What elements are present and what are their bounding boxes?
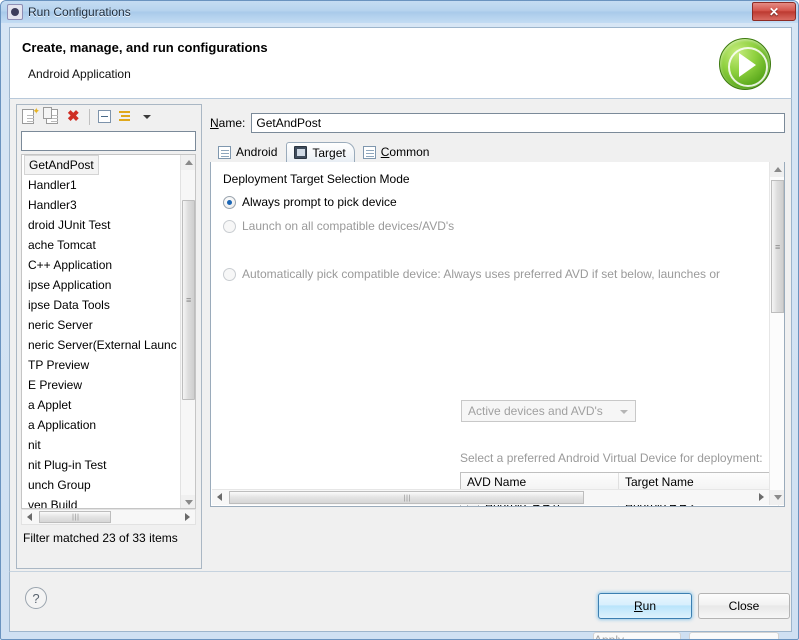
list-item[interactable]: a Application xyxy=(22,415,182,435)
collapse-all-icon[interactable] xyxy=(95,107,115,127)
apply-button[interactable]: Apply xyxy=(593,632,681,639)
view-menu-chevron-icon[interactable] xyxy=(139,107,159,127)
vscroll-thumb[interactable] xyxy=(182,200,195,400)
scroll-down-arrow-icon[interactable] xyxy=(181,495,195,508)
device-scope-combo[interactable]: Active devices and AVD's xyxy=(461,400,636,422)
target-tab-icon xyxy=(293,145,308,160)
target-pane-hscrollbar[interactable] xyxy=(212,489,769,505)
pane-scroll-down-arrow-icon[interactable] xyxy=(770,490,784,505)
filter-status-text: Filter matched 23 of 33 items xyxy=(23,531,178,545)
revert-button[interactable]: Revert xyxy=(689,632,779,639)
new-configuration-icon[interactable]: ✦ xyxy=(20,107,40,127)
radio-launch-all[interactable]: Launch on all compatible devices/AVD's xyxy=(223,219,454,233)
chevron-down-icon xyxy=(620,410,628,414)
page-title: Create, manage, and run configurations xyxy=(22,40,268,55)
radio-launch-all-icon[interactable] xyxy=(223,220,236,233)
list-item[interactable]: GetAndPost xyxy=(22,155,182,175)
list-item[interactable]: ipse Data Tools xyxy=(22,295,182,315)
preferred-avd-label: Select a preferred Android Virtual Devic… xyxy=(460,451,763,465)
configurations-list-hscrollbar[interactable] xyxy=(21,509,196,525)
run-button[interactable]: Run xyxy=(598,593,692,619)
run-configurations-window: Run Configurations ✕ Create, manage, and… xyxy=(0,0,799,640)
tab-target[interactable]: Target xyxy=(286,142,355,163)
pane-hscroll-thumb[interactable] xyxy=(229,491,584,504)
list-item[interactable]: Handler3 xyxy=(22,195,182,215)
list-item[interactable]: nit xyxy=(22,435,182,455)
tab-android-label: Android xyxy=(236,145,278,159)
configurations-panel: ✦ ✖ GetAndPost Handler1 Handler3 droid J… xyxy=(16,104,202,569)
list-item[interactable]: C++ Application xyxy=(22,255,182,275)
tab-common-label: Common xyxy=(380,145,430,159)
configuration-editor: Name: Android Target Common Deploym xyxy=(208,104,787,569)
pane-scroll-left-arrow-icon[interactable] xyxy=(212,490,227,504)
duplicate-configuration-icon[interactable] xyxy=(42,107,62,127)
name-row: Name: xyxy=(210,112,785,134)
pane-vscroll-thumb[interactable] xyxy=(771,180,784,313)
tab-common[interactable]: Common xyxy=(355,141,439,162)
tab-target-label: Target xyxy=(312,145,346,160)
list-item[interactable]: a Applet xyxy=(22,395,182,415)
scroll-left-arrow-icon[interactable] xyxy=(22,510,37,524)
radio-always-prompt-icon[interactable] xyxy=(223,196,236,209)
toolbar-separator xyxy=(89,109,90,125)
common-tab-icon xyxy=(362,145,377,160)
name-label: Name: xyxy=(210,116,246,130)
eclipse-run-icon xyxy=(7,4,23,20)
window-close-button[interactable]: ✕ xyxy=(752,2,796,21)
dialog-body: ✦ ✖ GetAndPost Handler1 Handler3 droid J… xyxy=(9,99,792,639)
radio-always-prompt[interactable]: Always prompt to pick device xyxy=(223,195,397,209)
configurations-toolbar: ✦ ✖ xyxy=(17,105,201,129)
pane-scroll-right-arrow-icon[interactable] xyxy=(754,490,769,504)
list-item[interactable]: E Preview xyxy=(22,375,182,395)
list-item[interactable]: ache Tomcat xyxy=(22,235,182,255)
deployment-mode-title: Deployment Target Selection Mode xyxy=(223,172,410,186)
tab-android[interactable]: Android xyxy=(210,141,286,162)
editor-tabstrip: Android Target Common xyxy=(210,141,785,163)
run-green-play-icon xyxy=(719,38,771,90)
name-input[interactable] xyxy=(251,113,785,133)
delete-configuration-icon[interactable]: ✖ xyxy=(64,107,84,127)
device-scope-combo-value: Active devices and AVD's xyxy=(468,404,603,418)
target-tab-pane: Deployment Target Selection Mode Always … xyxy=(210,162,785,507)
list-item[interactable]: nit Plug-in Test xyxy=(22,455,182,475)
list-item[interactable]: droid JUnit Test xyxy=(22,215,182,235)
configurations-list-vscrollbar[interactable] xyxy=(180,155,195,508)
hscroll-thumb[interactable] xyxy=(39,511,111,523)
list-item[interactable]: ipse Application xyxy=(22,275,182,295)
android-tab-icon xyxy=(217,145,232,160)
list-item[interactable]: ven Build xyxy=(22,495,182,508)
list-item[interactable]: TP Preview xyxy=(22,355,182,375)
configurations-filter-input[interactable] xyxy=(21,131,196,151)
scroll-right-arrow-icon[interactable] xyxy=(180,510,195,524)
window-titlebar: Run Configurations ✕ xyxy=(1,1,798,23)
pane-scroll-up-arrow-icon[interactable] xyxy=(770,162,784,177)
list-item-label: GetAndPost xyxy=(24,155,99,175)
configurations-list-items: GetAndPost Handler1 Handler3 droid JUnit Te… xyxy=(22,155,182,508)
window-title: Run Configurations xyxy=(28,5,131,19)
list-item[interactable]: neric Server xyxy=(22,315,182,335)
radio-always-prompt-label: Always prompt to pick device xyxy=(242,195,397,209)
dialog-header: Create, manage, and run configurations A… xyxy=(9,27,792,99)
question-mark-icon[interactable]: ? xyxy=(25,587,47,609)
radio-auto-pick-label: Automatically pick compatible device: Al… xyxy=(242,267,721,281)
scroll-up-arrow-icon[interactable] xyxy=(181,155,195,170)
radio-auto-pick[interactable]: Automatically pick compatible device: Al… xyxy=(223,267,720,281)
dialog-footer: ? Run Close xyxy=(9,571,792,632)
configurations-list[interactable]: GetAndPost Handler1 Handler3 droid JUnit Te… xyxy=(21,154,196,509)
radio-launch-all-label: Launch on all compatible devices/AVD's xyxy=(242,219,455,233)
target-pane-vscrollbar[interactable] xyxy=(769,162,784,505)
filter-configurations-icon[interactable] xyxy=(117,107,137,127)
list-item[interactable]: neric Server(External Launc xyxy=(22,335,182,355)
page-subtitle: Android Application xyxy=(28,67,131,81)
close-button[interactable]: Close xyxy=(698,593,790,619)
radio-auto-pick-icon[interactable] xyxy=(223,268,236,281)
list-item[interactable]: unch Group xyxy=(22,475,182,495)
list-item[interactable]: Handler1 xyxy=(22,175,182,195)
